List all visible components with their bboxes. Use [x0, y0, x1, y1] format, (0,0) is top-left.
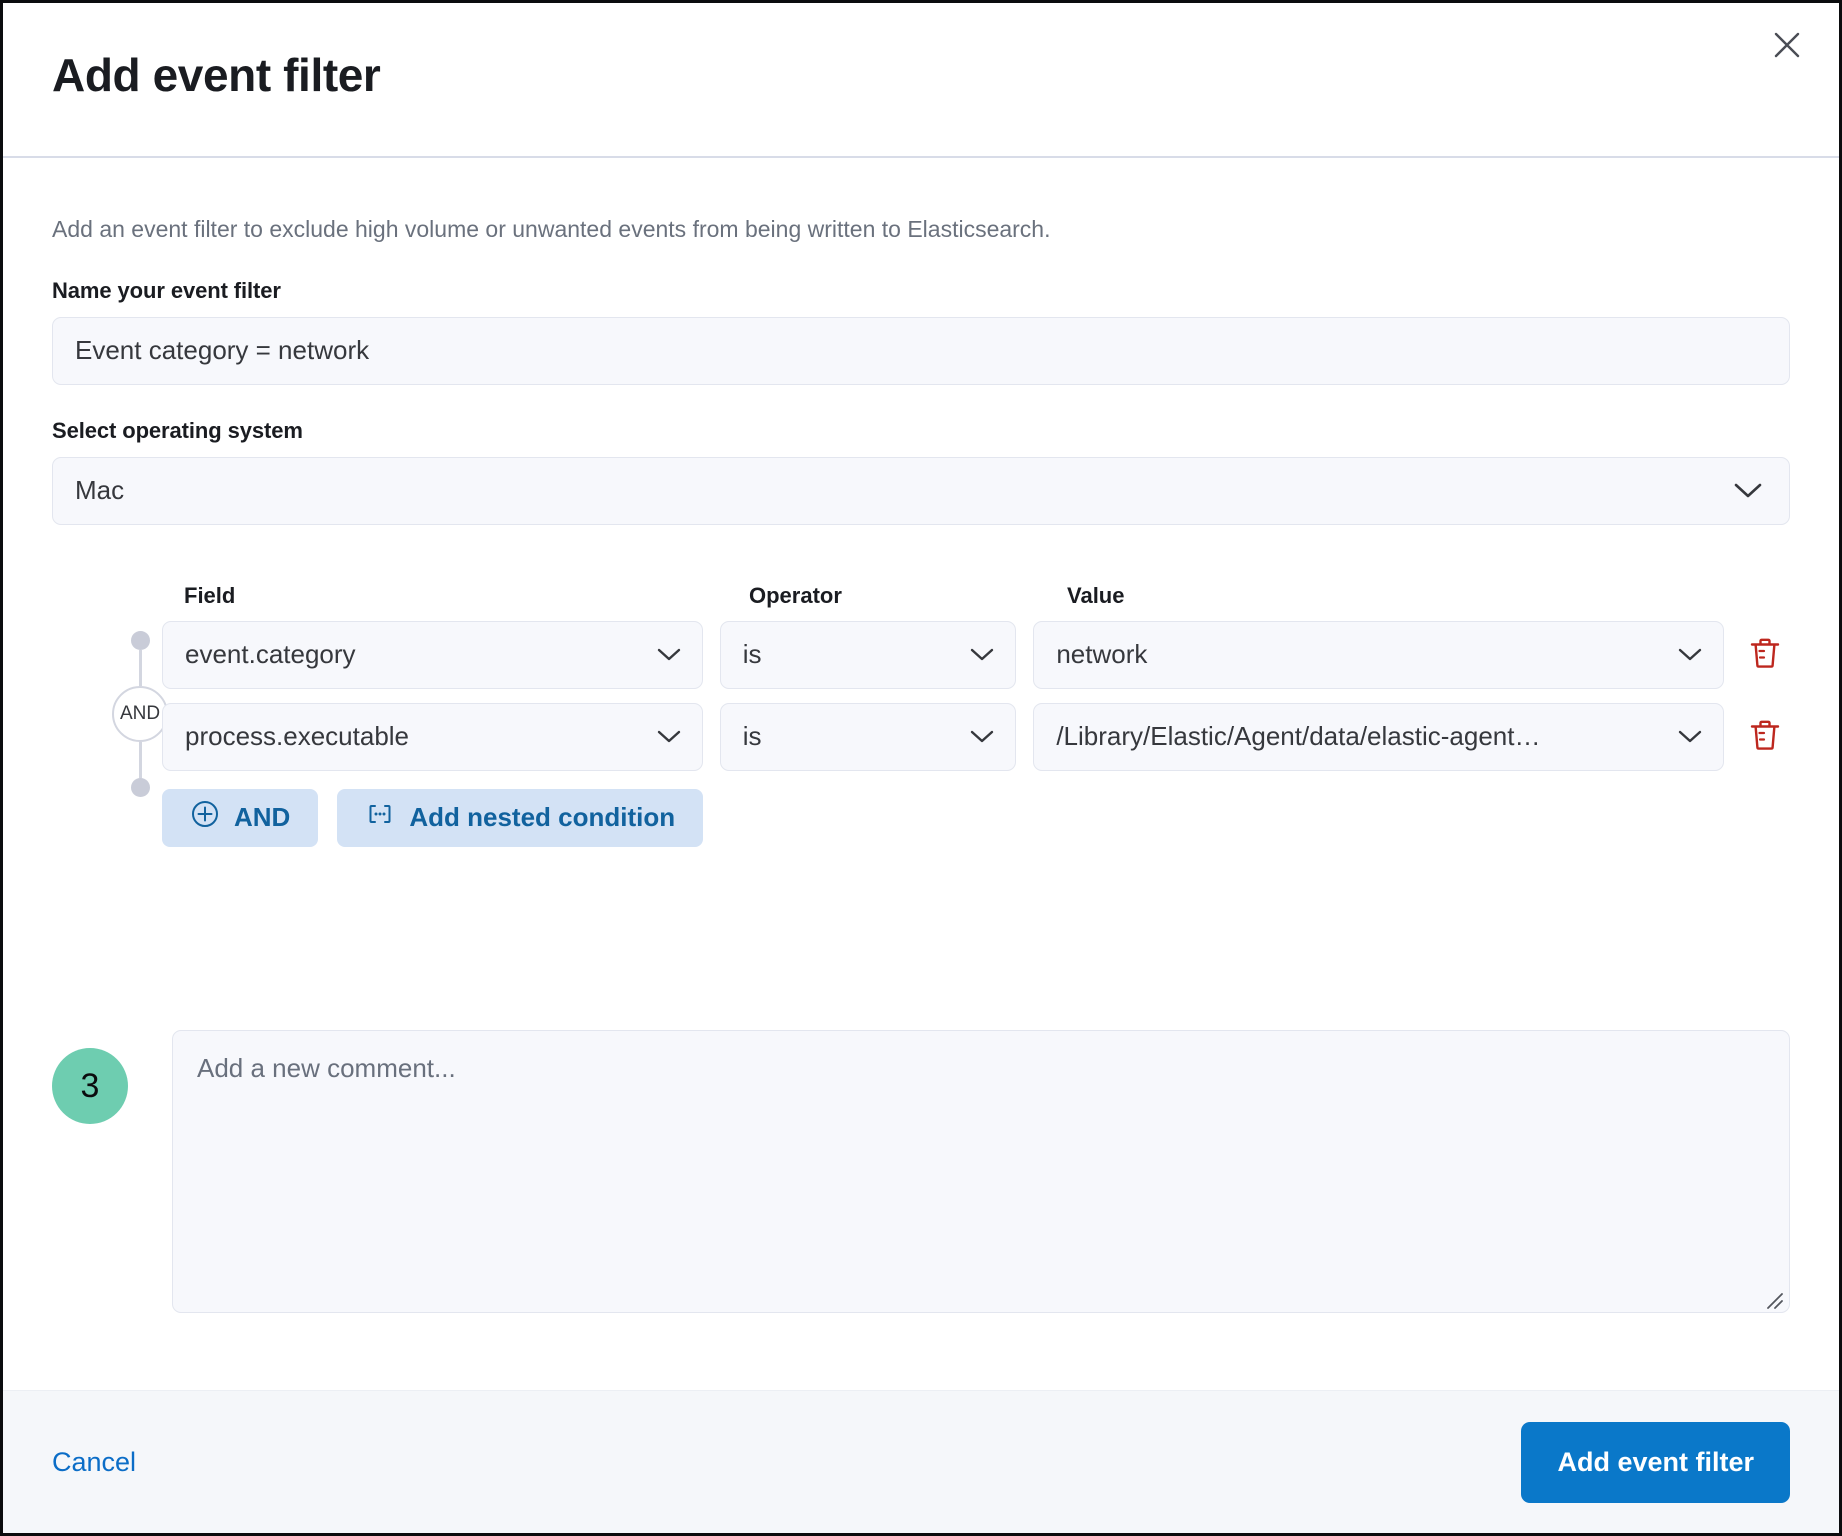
connector-line-bottom [139, 742, 142, 778]
value-select-value-1: /Library/Elastic/Agent/data/elastic-agen… [1056, 721, 1540, 752]
operating-system-value: Mac [75, 475, 124, 506]
column-header-operator: Operator [727, 583, 1045, 609]
modal-description: Add an event filter to exclude high volu… [52, 158, 1790, 245]
operator-select-1[interactable]: is [720, 703, 1017, 771]
chevron-down-icon [1677, 647, 1703, 663]
connector-dot-top [131, 631, 150, 650]
condition-row: event.category is [162, 621, 1790, 689]
operator-select-value-1: is [743, 721, 762, 752]
field-select-value-1: process.executable [185, 721, 409, 752]
field-select-0[interactable]: event.category [162, 621, 703, 689]
chevron-down-icon [1733, 482, 1763, 500]
comment-placeholder: Add a new comment... [197, 1053, 456, 1083]
cancel-button[interactable]: Cancel [52, 1447, 136, 1478]
value-select-0[interactable]: network [1033, 621, 1723, 689]
event-filter-name-value: Event category = network [75, 335, 369, 366]
add-event-filter-modal: Add event filter Add an event filter to … [0, 0, 1842, 1536]
comment-section: 3 Add a new comment... [3, 1030, 1790, 1313]
add-and-condition-button[interactable]: AND [162, 789, 318, 847]
trash-icon [1749, 718, 1781, 755]
connector-dot-bottom [131, 778, 150, 797]
condition-actions: AND Add nested condition [162, 789, 1790, 847]
name-field-label: Name your event filter [52, 278, 1790, 304]
os-select-label: Select operating system [52, 418, 1790, 444]
operator-select-value-0: is [743, 639, 762, 670]
column-header-value: Value [1045, 583, 1751, 609]
operating-system-select[interactable]: Mac [52, 457, 1790, 525]
close-icon [1772, 30, 1802, 60]
value-select-1[interactable]: /Library/Elastic/Agent/data/elastic-agen… [1033, 703, 1723, 771]
column-header-field: Field [162, 583, 727, 609]
chevron-down-icon [969, 729, 995, 745]
chevron-down-icon [969, 647, 995, 663]
page-title: Add event filter [52, 48, 380, 102]
add-nested-condition-label: Add nested condition [409, 802, 675, 833]
resize-handle-icon[interactable] [1762, 1286, 1784, 1308]
value-select-value-0: network [1056, 639, 1147, 670]
trash-icon [1749, 636, 1781, 673]
close-button[interactable] [1763, 21, 1811, 69]
add-nested-condition-button[interactable]: Add nested condition [337, 789, 703, 847]
plus-circle-icon [190, 799, 220, 836]
modal-footer: Cancel Add event filter [3, 1390, 1839, 1533]
operator-select-0[interactable]: is [720, 621, 1017, 689]
condition-column-headers: Field Operator Value [162, 583, 1790, 609]
add-and-condition-label: AND [234, 802, 290, 833]
chevron-down-icon [656, 729, 682, 745]
nested-brackets-icon [365, 799, 395, 836]
avatar: 3 [52, 1048, 128, 1124]
add-event-filter-button[interactable]: Add event filter [1521, 1422, 1790, 1503]
delete-condition-button-0[interactable] [1741, 630, 1790, 680]
field-select-value-0: event.category [185, 639, 356, 670]
connector-label: AND [112, 686, 168, 742]
field-select-1[interactable]: process.executable [162, 703, 703, 771]
comment-textarea[interactable]: Add a new comment... [172, 1030, 1790, 1313]
condition-row: process.executable is [162, 703, 1790, 771]
event-filter-name-input[interactable]: Event category = network [52, 317, 1790, 385]
chevron-down-icon [656, 647, 682, 663]
connector-line-top [139, 650, 142, 686]
chevron-down-icon [1677, 729, 1703, 745]
modal-header: Add event filter [3, 3, 1839, 158]
and-connector: AND [114, 631, 166, 797]
delete-condition-button-1[interactable] [1741, 712, 1790, 762]
condition-builder: AND Field Operator Value event.category [52, 583, 1790, 847]
